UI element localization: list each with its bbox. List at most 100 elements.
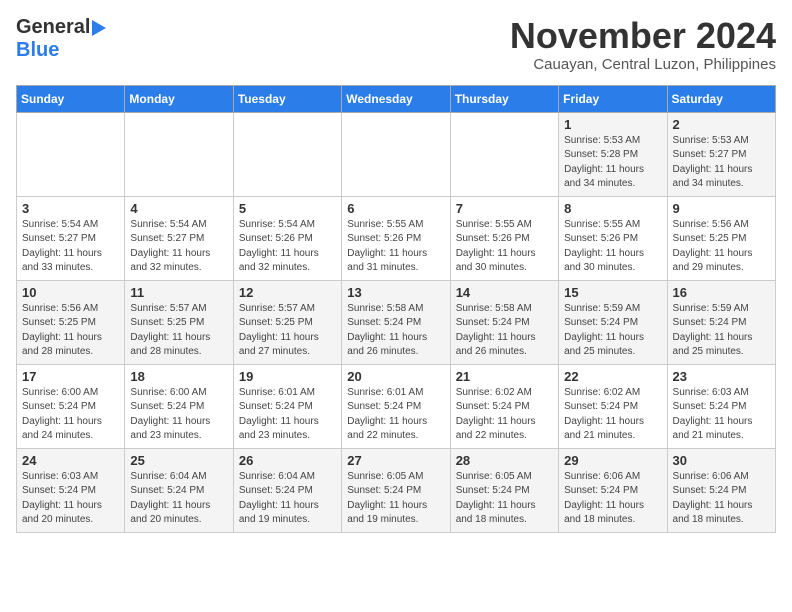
calendar-cell bbox=[342, 112, 450, 196]
day-number: 16 bbox=[673, 285, 770, 300]
day-number: 5 bbox=[239, 201, 336, 216]
day-number: 13 bbox=[347, 285, 444, 300]
day-number: 21 bbox=[456, 369, 553, 384]
calendar-cell: 11 Sunrise: 5:57 AM Sunset: 5:25 PM Dayli… bbox=[125, 280, 233, 364]
week-row-3: 10 Sunrise: 5:56 AM Sunset: 5:25 PM Dayli… bbox=[17, 280, 776, 364]
day-info: Sunrise: 5:58 AM Sunset: 5:24 PM Dayligh… bbox=[456, 302, 553, 360]
calendar-cell: 3 Sunrise: 5:54 AM Sunset: 5:27 PM Daylig… bbox=[17, 196, 125, 280]
day-info: Sunrise: 5:59 AM Sunset: 5:24 PM Dayligh… bbox=[673, 302, 770, 360]
day-info: Sunrise: 5:53 AM Sunset: 5:28 PM Dayligh… bbox=[564, 134, 661, 192]
day-info: Sunrise: 5:59 AM Sunset: 5:24 PM Dayligh… bbox=[564, 302, 661, 360]
calendar-cell: 22 Sunrise: 6:02 AM Sunset: 5:24 PM Dayli… bbox=[559, 364, 667, 448]
day-info: Sunrise: 5:54 AM Sunset: 5:27 PM Dayligh… bbox=[22, 218, 119, 276]
day-number: 4 bbox=[130, 201, 227, 216]
calendar-cell: 13 Sunrise: 5:58 AM Sunset: 5:24 PM Dayli… bbox=[342, 280, 450, 364]
day-number: 1 bbox=[564, 117, 661, 132]
calendar-cell: 4 Sunrise: 5:54 AM Sunset: 5:27 PM Daylig… bbox=[125, 196, 233, 280]
day-info: Sunrise: 6:03 AM Sunset: 5:24 PM Dayligh… bbox=[673, 386, 770, 444]
logo-arrow-icon bbox=[92, 20, 106, 36]
calendar-cell: 23 Sunrise: 6:03 AM Sunset: 5:24 PM Dayli… bbox=[667, 364, 775, 448]
day-number: 9 bbox=[673, 201, 770, 216]
calendar-cell bbox=[17, 112, 125, 196]
day-header-tuesday: Tuesday bbox=[233, 85, 341, 112]
calendar-cell: 25 Sunrise: 6:04 AM Sunset: 5:24 PM Dayli… bbox=[125, 448, 233, 532]
day-number: 23 bbox=[673, 369, 770, 384]
week-row-1: 1 Sunrise: 5:53 AM Sunset: 5:28 PM Daylig… bbox=[17, 112, 776, 196]
day-info: Sunrise: 5:56 AM Sunset: 5:25 PM Dayligh… bbox=[673, 218, 770, 276]
day-info: Sunrise: 6:04 AM Sunset: 5:24 PM Dayligh… bbox=[130, 470, 227, 528]
calendar-header-row: SundayMondayTuesdayWednesdayThursdayFrid… bbox=[17, 85, 776, 112]
day-number: 7 bbox=[456, 201, 553, 216]
day-number: 26 bbox=[239, 453, 336, 468]
day-info: Sunrise: 6:01 AM Sunset: 5:24 PM Dayligh… bbox=[239, 386, 336, 444]
day-info: Sunrise: 6:02 AM Sunset: 5:24 PM Dayligh… bbox=[456, 386, 553, 444]
calendar-table: SundayMondayTuesdayWednesdayThursdayFrid… bbox=[16, 85, 776, 533]
day-header-wednesday: Wednesday bbox=[342, 85, 450, 112]
day-number: 25 bbox=[130, 453, 227, 468]
calendar-cell bbox=[233, 112, 341, 196]
day-number: 10 bbox=[22, 285, 119, 300]
day-number: 24 bbox=[22, 453, 119, 468]
day-info: Sunrise: 6:00 AM Sunset: 5:24 PM Dayligh… bbox=[22, 386, 119, 444]
day-info: Sunrise: 5:54 AM Sunset: 5:26 PM Dayligh… bbox=[239, 218, 336, 276]
day-info: Sunrise: 5:55 AM Sunset: 5:26 PM Dayligh… bbox=[564, 218, 661, 276]
day-number: 30 bbox=[673, 453, 770, 468]
day-number: 2 bbox=[673, 117, 770, 132]
day-info: Sunrise: 6:00 AM Sunset: 5:24 PM Dayligh… bbox=[130, 386, 227, 444]
day-info: Sunrise: 5:56 AM Sunset: 5:25 PM Dayligh… bbox=[22, 302, 119, 360]
day-info: Sunrise: 5:53 AM Sunset: 5:27 PM Dayligh… bbox=[673, 134, 770, 192]
day-number: 20 bbox=[347, 369, 444, 384]
day-info: Sunrise: 5:55 AM Sunset: 5:26 PM Dayligh… bbox=[347, 218, 444, 276]
calendar-cell: 29 Sunrise: 6:06 AM Sunset: 5:24 PM Dayli… bbox=[559, 448, 667, 532]
month-title: November 2024 bbox=[510, 16, 776, 56]
logo-blue: Blue bbox=[16, 39, 59, 62]
day-number: 3 bbox=[22, 201, 119, 216]
calendar-cell: 14Sunrise: 5:58 AM Sunset: 5:24 PM Dayli… bbox=[450, 280, 558, 364]
day-info: Sunrise: 6:05 AM Sunset: 5:24 PM Dayligh… bbox=[347, 470, 444, 528]
calendar-cell: 1 Sunrise: 5:53 AM Sunset: 5:28 PM Daylig… bbox=[559, 112, 667, 196]
calendar-cell: 21 Sunrise: 6:02 AM Sunset: 5:24 PM Dayli… bbox=[450, 364, 558, 448]
calendar-cell: 7 Sunrise: 5:55 AM Sunset: 5:26 PM Daylig… bbox=[450, 196, 558, 280]
day-info: Sunrise: 6:06 AM Sunset: 5:24 PM Dayligh… bbox=[673, 470, 770, 528]
day-header-sunday: Sunday bbox=[17, 85, 125, 112]
day-number: 15 bbox=[564, 285, 661, 300]
page-header: General Blue November 2024 Cauayan, Cent… bbox=[16, 16, 776, 73]
day-number: 18 bbox=[130, 369, 227, 384]
day-info: Sunrise: 5:58 AM Sunset: 5:24 PM Dayligh… bbox=[347, 302, 444, 360]
logo: General Blue bbox=[16, 16, 106, 62]
day-number: 22 bbox=[564, 369, 661, 384]
calendar-cell: 2 Sunrise: 5:53 AM Sunset: 5:27 PM Daylig… bbox=[667, 112, 775, 196]
day-info: Sunrise: 6:03 AM Sunset: 5:24 PM Dayligh… bbox=[22, 470, 119, 528]
day-number: 12 bbox=[239, 285, 336, 300]
calendar-cell bbox=[125, 112, 233, 196]
week-row-5: 24 Sunrise: 6:03 AM Sunset: 5:24 PM Dayli… bbox=[17, 448, 776, 532]
day-info: Sunrise: 6:05 AM Sunset: 5:24 PM Dayligh… bbox=[456, 470, 553, 528]
day-number: 19 bbox=[239, 369, 336, 384]
logo-general: General bbox=[16, 16, 90, 39]
day-info: Sunrise: 5:57 AM Sunset: 5:25 PM Dayligh… bbox=[130, 302, 227, 360]
day-number: 29 bbox=[564, 453, 661, 468]
calendar-cell: 30 Sunrise: 6:06 AM Sunset: 5:24 PM Dayli… bbox=[667, 448, 775, 532]
day-number: 27 bbox=[347, 453, 444, 468]
calendar-cell: 12Sunrise: 5:57 AM Sunset: 5:25 PM Dayli… bbox=[233, 280, 341, 364]
calendar-cell: 10 Sunrise: 5:56 AM Sunset: 5:25 PM Dayli… bbox=[17, 280, 125, 364]
day-info: Sunrise: 5:55 AM Sunset: 5:26 PM Dayligh… bbox=[456, 218, 553, 276]
day-number: 6 bbox=[347, 201, 444, 216]
day-number: 28 bbox=[456, 453, 553, 468]
calendar-cell: 16 Sunrise: 5:59 AM Sunset: 5:24 PM Dayli… bbox=[667, 280, 775, 364]
day-number: 11 bbox=[130, 285, 227, 300]
day-info: Sunrise: 6:06 AM Sunset: 5:24 PM Dayligh… bbox=[564, 470, 661, 528]
location: Cauayan, Central Luzon, Philippines bbox=[510, 56, 776, 73]
calendar-cell: 19 Sunrise: 6:01 AM Sunset: 5:24 PM Dayli… bbox=[233, 364, 341, 448]
calendar-cell: 28 Sunrise: 6:05 AM Sunset: 5:24 PM Dayli… bbox=[450, 448, 558, 532]
calendar-cell: 6 Sunrise: 5:55 AM Sunset: 5:26 PM Daylig… bbox=[342, 196, 450, 280]
week-row-2: 3 Sunrise: 5:54 AM Sunset: 5:27 PM Daylig… bbox=[17, 196, 776, 280]
day-info: Sunrise: 6:04 AM Sunset: 5:24 PM Dayligh… bbox=[239, 470, 336, 528]
calendar-cell: 20Sunrise: 6:01 AM Sunset: 5:24 PM Dayli… bbox=[342, 364, 450, 448]
calendar-cell: 15 Sunrise: 5:59 AM Sunset: 5:24 PM Dayli… bbox=[559, 280, 667, 364]
day-info: Sunrise: 5:54 AM Sunset: 5:27 PM Dayligh… bbox=[130, 218, 227, 276]
title-block: November 2024 Cauayan, Central Luzon, Ph… bbox=[510, 16, 776, 73]
day-header-saturday: Saturday bbox=[667, 85, 775, 112]
day-info: Sunrise: 6:02 AM Sunset: 5:24 PM Dayligh… bbox=[564, 386, 661, 444]
calendar-cell: 24 Sunrise: 6:03 AM Sunset: 5:24 PM Dayli… bbox=[17, 448, 125, 532]
